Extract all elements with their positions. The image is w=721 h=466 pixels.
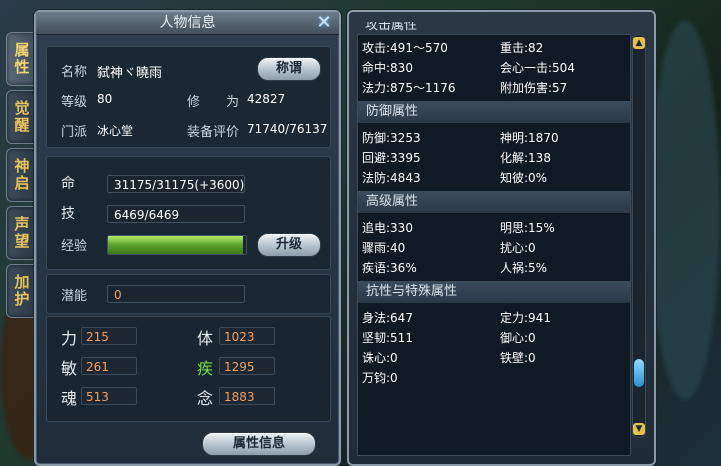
sect-label: 门派 — [61, 125, 88, 140]
close-icon[interactable]: ✕ — [315, 14, 333, 32]
attr-magic: 法力:875～1176 — [362, 81, 456, 95]
skill-label: 技 — [61, 206, 75, 222]
attr-defense: 防御:3253 — [362, 131, 421, 145]
hp-label: 命 — [61, 176, 75, 192]
attr-disrupt: 扰心:0 — [500, 241, 536, 255]
panel-title-text: 人物信息 — [159, 15, 216, 31]
attr-magic-defense: 法防:4843 — [362, 171, 421, 185]
exp-label: 经验 — [61, 239, 88, 254]
attr-lightning: 追电:330 — [362, 221, 413, 235]
level-value: 80 — [97, 92, 113, 106]
potential-label: 潜能 — [61, 289, 88, 304]
scroll-thumb[interactable] — [634, 358, 644, 387]
stat-soul-value: 513 — [81, 387, 137, 405]
tab-awakening[interactable]: 觉醒 — [6, 90, 37, 144]
potential-field: 0 — [107, 285, 245, 303]
scroll-down-icon[interactable]: ▼ — [633, 423, 645, 435]
defense-header: 防御属性 — [358, 101, 630, 123]
attribute-panel: 攻击属性 攻击:491～570 重击:82 命中:830 会心一击:504 法力… — [347, 10, 656, 466]
sect-value: 冰心堂 — [97, 124, 134, 138]
advanced-header: 高级属性 — [358, 191, 630, 213]
attr-resolve: 化解:138 — [500, 151, 551, 165]
scroll-up-icon[interactable]: ▲ — [633, 37, 645, 49]
attribute-list: 攻击:491～570 重击:82 命中:830 会心一击:504 法力:875～… — [357, 34, 631, 456]
stat-strength-value: 215 — [81, 327, 137, 345]
stat-constitution-label: 体 — [197, 329, 214, 348]
attr-heavy-hit: 重击:82 — [500, 41, 544, 55]
stat-constitution-value: 1023 — [219, 327, 275, 345]
attr-crit: 会心一击:504 — [500, 61, 575, 75]
skill-field: 6469/6469 — [107, 205, 245, 223]
title-button[interactable]: 称谓 — [257, 57, 321, 81]
tab-attributes[interactable]: 属性 — [6, 32, 37, 86]
background-right-area — [656, 0, 721, 466]
tab-reputation[interactable]: 声望 — [6, 206, 37, 260]
stat-agility-value: 261 — [81, 357, 137, 375]
attribute-info-button[interactable]: 属性信息 — [202, 432, 316, 456]
vitals-section: 命 31175/31175(+3600) 技 6469/6469 经验 升级 — [46, 156, 331, 270]
hp-field: 31175/31175(+3600) — [107, 175, 245, 193]
exp-bar-fill — [108, 236, 244, 254]
name-label: 名称 — [61, 65, 88, 80]
stats-section: 力 215 体 1023 敏 261 疾 1295 魂 513 念 1883 — [46, 316, 331, 422]
character-panel: 人物信息 ✕ 名称 弑神ヾ曉雨 称谓 等级 80 修 为 42827 门派 冰心… — [34, 10, 341, 466]
equip-score-value: 71740/76137 — [247, 122, 328, 136]
stat-mind-label: 念 — [197, 389, 214, 408]
stat-mind-value: 1883 — [219, 387, 275, 405]
attr-insight: 知彼:0% — [500, 171, 548, 185]
exp-bar — [107, 235, 247, 255]
attr-body: 身法:647 — [362, 311, 413, 325]
attr-accuracy: 命中:830 — [362, 61, 413, 75]
cultivation-value: 42827 — [247, 92, 286, 106]
tab-divine[interactable]: 神启 — [6, 148, 37, 202]
name-value: 弑神ヾ曉雨 — [97, 66, 163, 81]
attr-extra-damage: 附加伤害:57 — [500, 81, 568, 95]
stat-haste-label: 疾 — [197, 359, 214, 378]
stat-agility-label: 敏 — [61, 359, 78, 378]
attr-quick-speech: 疾语:36% — [362, 261, 417, 275]
attr-clarity: 明思:15% — [500, 221, 555, 235]
level-label: 等级 — [61, 95, 88, 110]
attr-attack: 攻击:491～570 — [362, 41, 448, 55]
attribute-scrollbar[interactable]: ▲ ▼ — [632, 34, 646, 438]
potential-section: 潜能 0 — [46, 274, 331, 314]
attr-top-header: 攻击属性 — [357, 22, 629, 34]
equip-score-label: 装备评价 — [187, 125, 240, 140]
attr-tenacity: 坚韧:511 — [362, 331, 413, 345]
stat-soul-label: 魂 — [61, 389, 78, 408]
panel-title: 人物信息 — [36, 12, 339, 35]
attr-weight: 万钧:0 — [362, 371, 398, 385]
attr-divine: 神明:1870 — [500, 131, 559, 145]
attr-heart-strike: 诛心:0 — [362, 351, 398, 365]
attr-composure: 定力:941 — [500, 311, 551, 325]
info-section: 名称 弑神ヾ曉雨 称谓 等级 80 修 为 42827 门派 冰心堂 装备评价 … — [46, 46, 331, 148]
attr-dodge: 回避:3395 — [362, 151, 421, 165]
tab-protection[interactable]: 加护 — [6, 264, 37, 318]
stat-strength-label: 力 — [61, 329, 78, 348]
attr-calamity: 人祸:5% — [500, 261, 548, 275]
attr-mind-guard: 御心:0 — [500, 331, 536, 345]
upgrade-button[interactable]: 升级 — [257, 233, 321, 257]
attr-iron-wall: 铁壁:0 — [500, 351, 536, 365]
attr-downpour: 骤雨:40 — [362, 241, 406, 255]
resist-header: 抗性与特殊属性 — [358, 281, 630, 303]
attack-header-partial: 攻击属性 — [365, 22, 418, 33]
stat-haste-value: 1295 — [219, 357, 275, 375]
cultivation-label: 修 为 — [187, 95, 240, 110]
